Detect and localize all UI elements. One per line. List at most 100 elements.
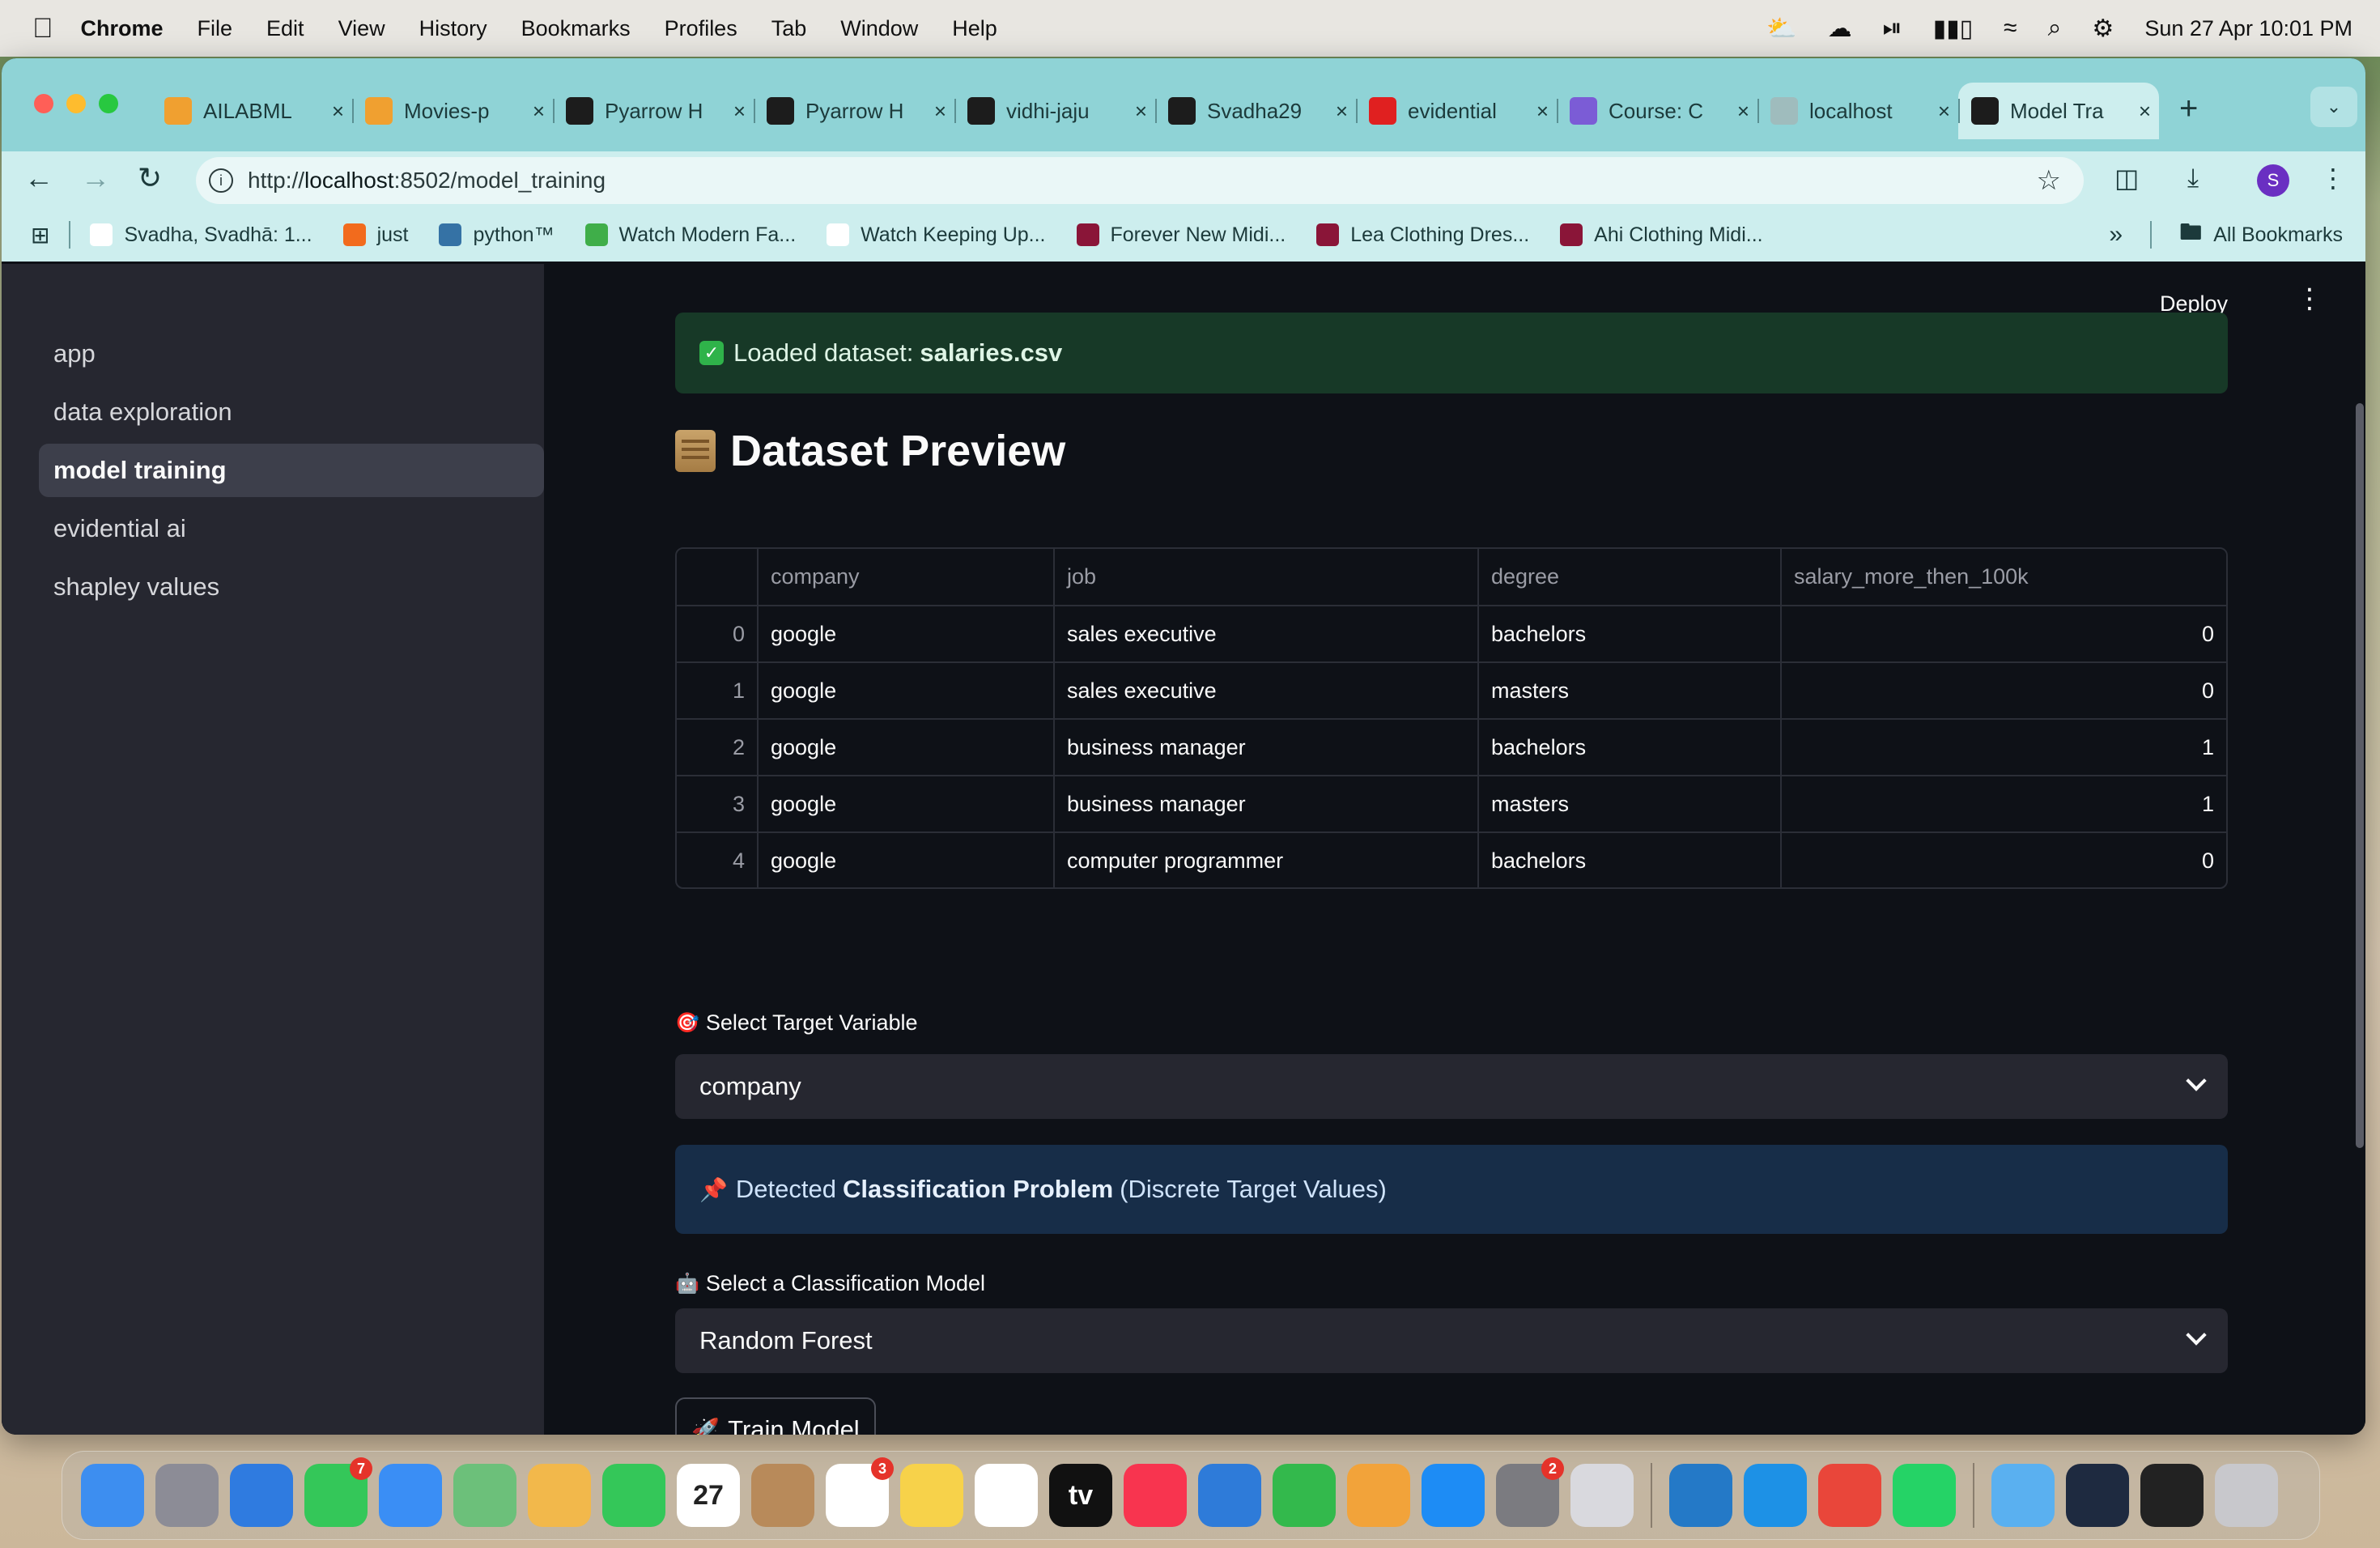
- weather-icon[interactable]: ⛅: [1766, 15, 1796, 43]
- browser-tab[interactable]: AILABML ×: [151, 83, 352, 139]
- browser-tab[interactable]: Course: C ×: [1557, 83, 1757, 139]
- dock-maps-icon[interactable]: [453, 1464, 516, 1527]
- job-cell[interactable]: business manager: [1054, 776, 1479, 833]
- company-cell[interactable]: google: [758, 606, 1055, 663]
- dock-mail-icon[interactable]: [379, 1464, 442, 1527]
- bookmark-item[interactable]: Svadha, Svadhā: 1...: [90, 223, 312, 247]
- salary-cell[interactable]: 1: [1781, 776, 2226, 833]
- row-index-cell[interactable]: 1: [677, 662, 759, 720]
- salary-cell[interactable]: 0: [1781, 606, 2226, 663]
- job-cell[interactable]: business manager: [1054, 719, 1479, 776]
- job-cell[interactable]: computer programmer: [1054, 832, 1479, 887]
- menubar-clock[interactable]: Sun 27 Apr 10:01 PM: [2144, 16, 2352, 41]
- browser-tab[interactable]: vidhi-jaju ×: [954, 83, 1155, 139]
- browser-tab[interactable]: localhost ×: [1757, 83, 1958, 139]
- site-info-icon[interactable]: i: [209, 168, 233, 193]
- close-tab-icon[interactable]: ×: [1135, 99, 1147, 124]
- dock-numbers-icon[interactable]: [1273, 1464, 1336, 1527]
- bookmark-item[interactable]: Lea Clothing Dres...: [1316, 223, 1529, 247]
- dock-folder-icon[interactable]: [1991, 1464, 2055, 1527]
- wifi-icon[interactable]: ≈: [2004, 15, 2017, 42]
- scrollbar[interactable]: [2356, 403, 2364, 1148]
- dock-launchpad-icon[interactable]: [155, 1464, 219, 1527]
- browser-tab[interactable]: Svadha29 ×: [1155, 83, 1356, 139]
- dock-trash-icon[interactable]: [2215, 1464, 2278, 1527]
- browser-tab[interactable]: Pyarrow H ×: [754, 83, 954, 139]
- salary-cell[interactable]: 1: [1781, 719, 2226, 776]
- forward-arrow-icon[interactable]: →: [81, 161, 110, 195]
- job-cell[interactable]: sales executive: [1054, 606, 1479, 663]
- company-cell[interactable]: google: [758, 776, 1055, 833]
- table-row[interactable]: 2 google business manager bachelors 1: [677, 719, 2226, 776]
- address-bar[interactable]: i http://localhost:8502/model_training ☆: [196, 157, 2084, 204]
- bookmark-item[interactable]: just: [342, 223, 408, 247]
- dock-docker-icon[interactable]: [1744, 1464, 1807, 1527]
- download-icon[interactable]: ⤓: [2187, 163, 2199, 194]
- degree-cell[interactable]: bachelors: [1478, 606, 1782, 663]
- main-menu-icon[interactable]: ⋮: [2296, 285, 2323, 313]
- more-bookmarks-icon[interactable]: »: [2109, 221, 2123, 249]
- extensions-icon[interactable]: ◫: [2114, 163, 2139, 194]
- model-select[interactable]: Random Forest: [675, 1308, 2228, 1373]
- column-header[interactable]: degree: [1478, 549, 1782, 606]
- battery-icon[interactable]: ▮▮▯: [1933, 15, 1974, 43]
- bookmark-item[interactable]: Watch Keeping Up...: [827, 223, 1046, 247]
- dock-whatsapp-icon[interactable]: [1893, 1464, 1956, 1527]
- new-tab-button[interactable]: +: [2179, 91, 2198, 127]
- close-window-button[interactable]: [34, 94, 53, 113]
- control-center-icon[interactable]: ⚙: [2092, 15, 2114, 43]
- menu-chrome[interactable]: Chrome: [81, 16, 164, 41]
- column-header[interactable]: job: [1054, 549, 1479, 606]
- table-row[interactable]: 4 google computer programmer bachelors 0: [677, 832, 2226, 887]
- close-tab-icon[interactable]: ×: [934, 99, 946, 124]
- dock-system-settings-icon[interactable]: 2: [1496, 1457, 1564, 1527]
- minimize-window-button[interactable]: [66, 94, 86, 113]
- close-tab-icon[interactable]: ×: [733, 99, 746, 124]
- dock-facetime-icon[interactable]: [602, 1464, 665, 1527]
- company-cell[interactable]: google: [758, 832, 1055, 887]
- apps-grid-icon[interactable]: ⊞: [31, 222, 49, 249]
- train-model-button[interactable]: 🚀 Train Model: [675, 1397, 876, 1435]
- tab-search-button[interactable]: ⌄: [2310, 87, 2357, 127]
- degree-cell[interactable]: masters: [1478, 662, 1782, 720]
- menu-profiles[interactable]: Profiles: [665, 16, 737, 41]
- dock-music-icon[interactable]: [1124, 1464, 1187, 1527]
- browser-tab[interactable]: Movies-p ×: [352, 83, 553, 139]
- degree-cell[interactable]: bachelors: [1478, 832, 1782, 887]
- row-index-cell[interactable]: 2: [677, 719, 759, 776]
- dock-pages-icon[interactable]: [1347, 1464, 1410, 1527]
- company-cell[interactable]: google: [758, 662, 1055, 720]
- menu-bookmarks[interactable]: Bookmarks: [521, 16, 631, 41]
- menu-window[interactable]: Window: [840, 16, 918, 41]
- bookmark-item[interactable]: Watch Modern Fa...: [584, 223, 796, 247]
- menu-view[interactable]: View: [338, 16, 385, 41]
- all-bookmarks-button[interactable]: 🖿 All Bookmarks: [2179, 215, 2343, 254]
- table-row[interactable]: 0 google sales executive bachelors 0: [677, 606, 2226, 663]
- dock-vscode-icon[interactable]: [1669, 1464, 1732, 1527]
- dataset-preview-table[interactable]: company job degree salary_more_then_100k…: [675, 547, 2228, 889]
- close-tab-icon[interactable]: ×: [1336, 99, 1348, 124]
- cloud-icon[interactable]: ☁: [1828, 15, 1852, 43]
- sidebar-item-app[interactable]: app: [39, 327, 544, 381]
- menu-edit[interactable]: Edit: [266, 16, 304, 41]
- dock-freeform-icon[interactable]: [975, 1464, 1038, 1527]
- column-header[interactable]: company: [758, 549, 1055, 606]
- close-tab-icon[interactable]: ×: [332, 99, 344, 124]
- play-icon[interactable]: ⏯: [1883, 15, 1902, 42]
- profile-avatar[interactable]: S: [2257, 164, 2289, 197]
- dock-terminal-window-icon[interactable]: [2140, 1464, 2204, 1527]
- table-row[interactable]: 3 google business manager masters 1: [677, 776, 2226, 833]
- company-cell[interactable]: google: [758, 719, 1055, 776]
- table-row[interactable]: 1 google sales executive masters 0: [677, 662, 2226, 720]
- menu-help[interactable]: Help: [952, 16, 997, 41]
- close-tab-icon[interactable]: ×: [1737, 99, 1749, 124]
- job-cell[interactable]: sales executive: [1054, 662, 1479, 720]
- column-header[interactable]: salary_more_then_100k: [1781, 549, 2226, 606]
- dock-safari-icon[interactable]: [230, 1464, 293, 1527]
- apple-icon[interactable]: : [32, 13, 53, 45]
- sidebar-item-evidential-ai[interactable]: evidential ai: [39, 502, 544, 555]
- target-variable-select[interactable]: company: [675, 1054, 2228, 1119]
- dock-contacts-icon[interactable]: [751, 1464, 814, 1527]
- dock-finder-icon[interactable]: [81, 1464, 144, 1527]
- menu-file[interactable]: File: [198, 16, 233, 41]
